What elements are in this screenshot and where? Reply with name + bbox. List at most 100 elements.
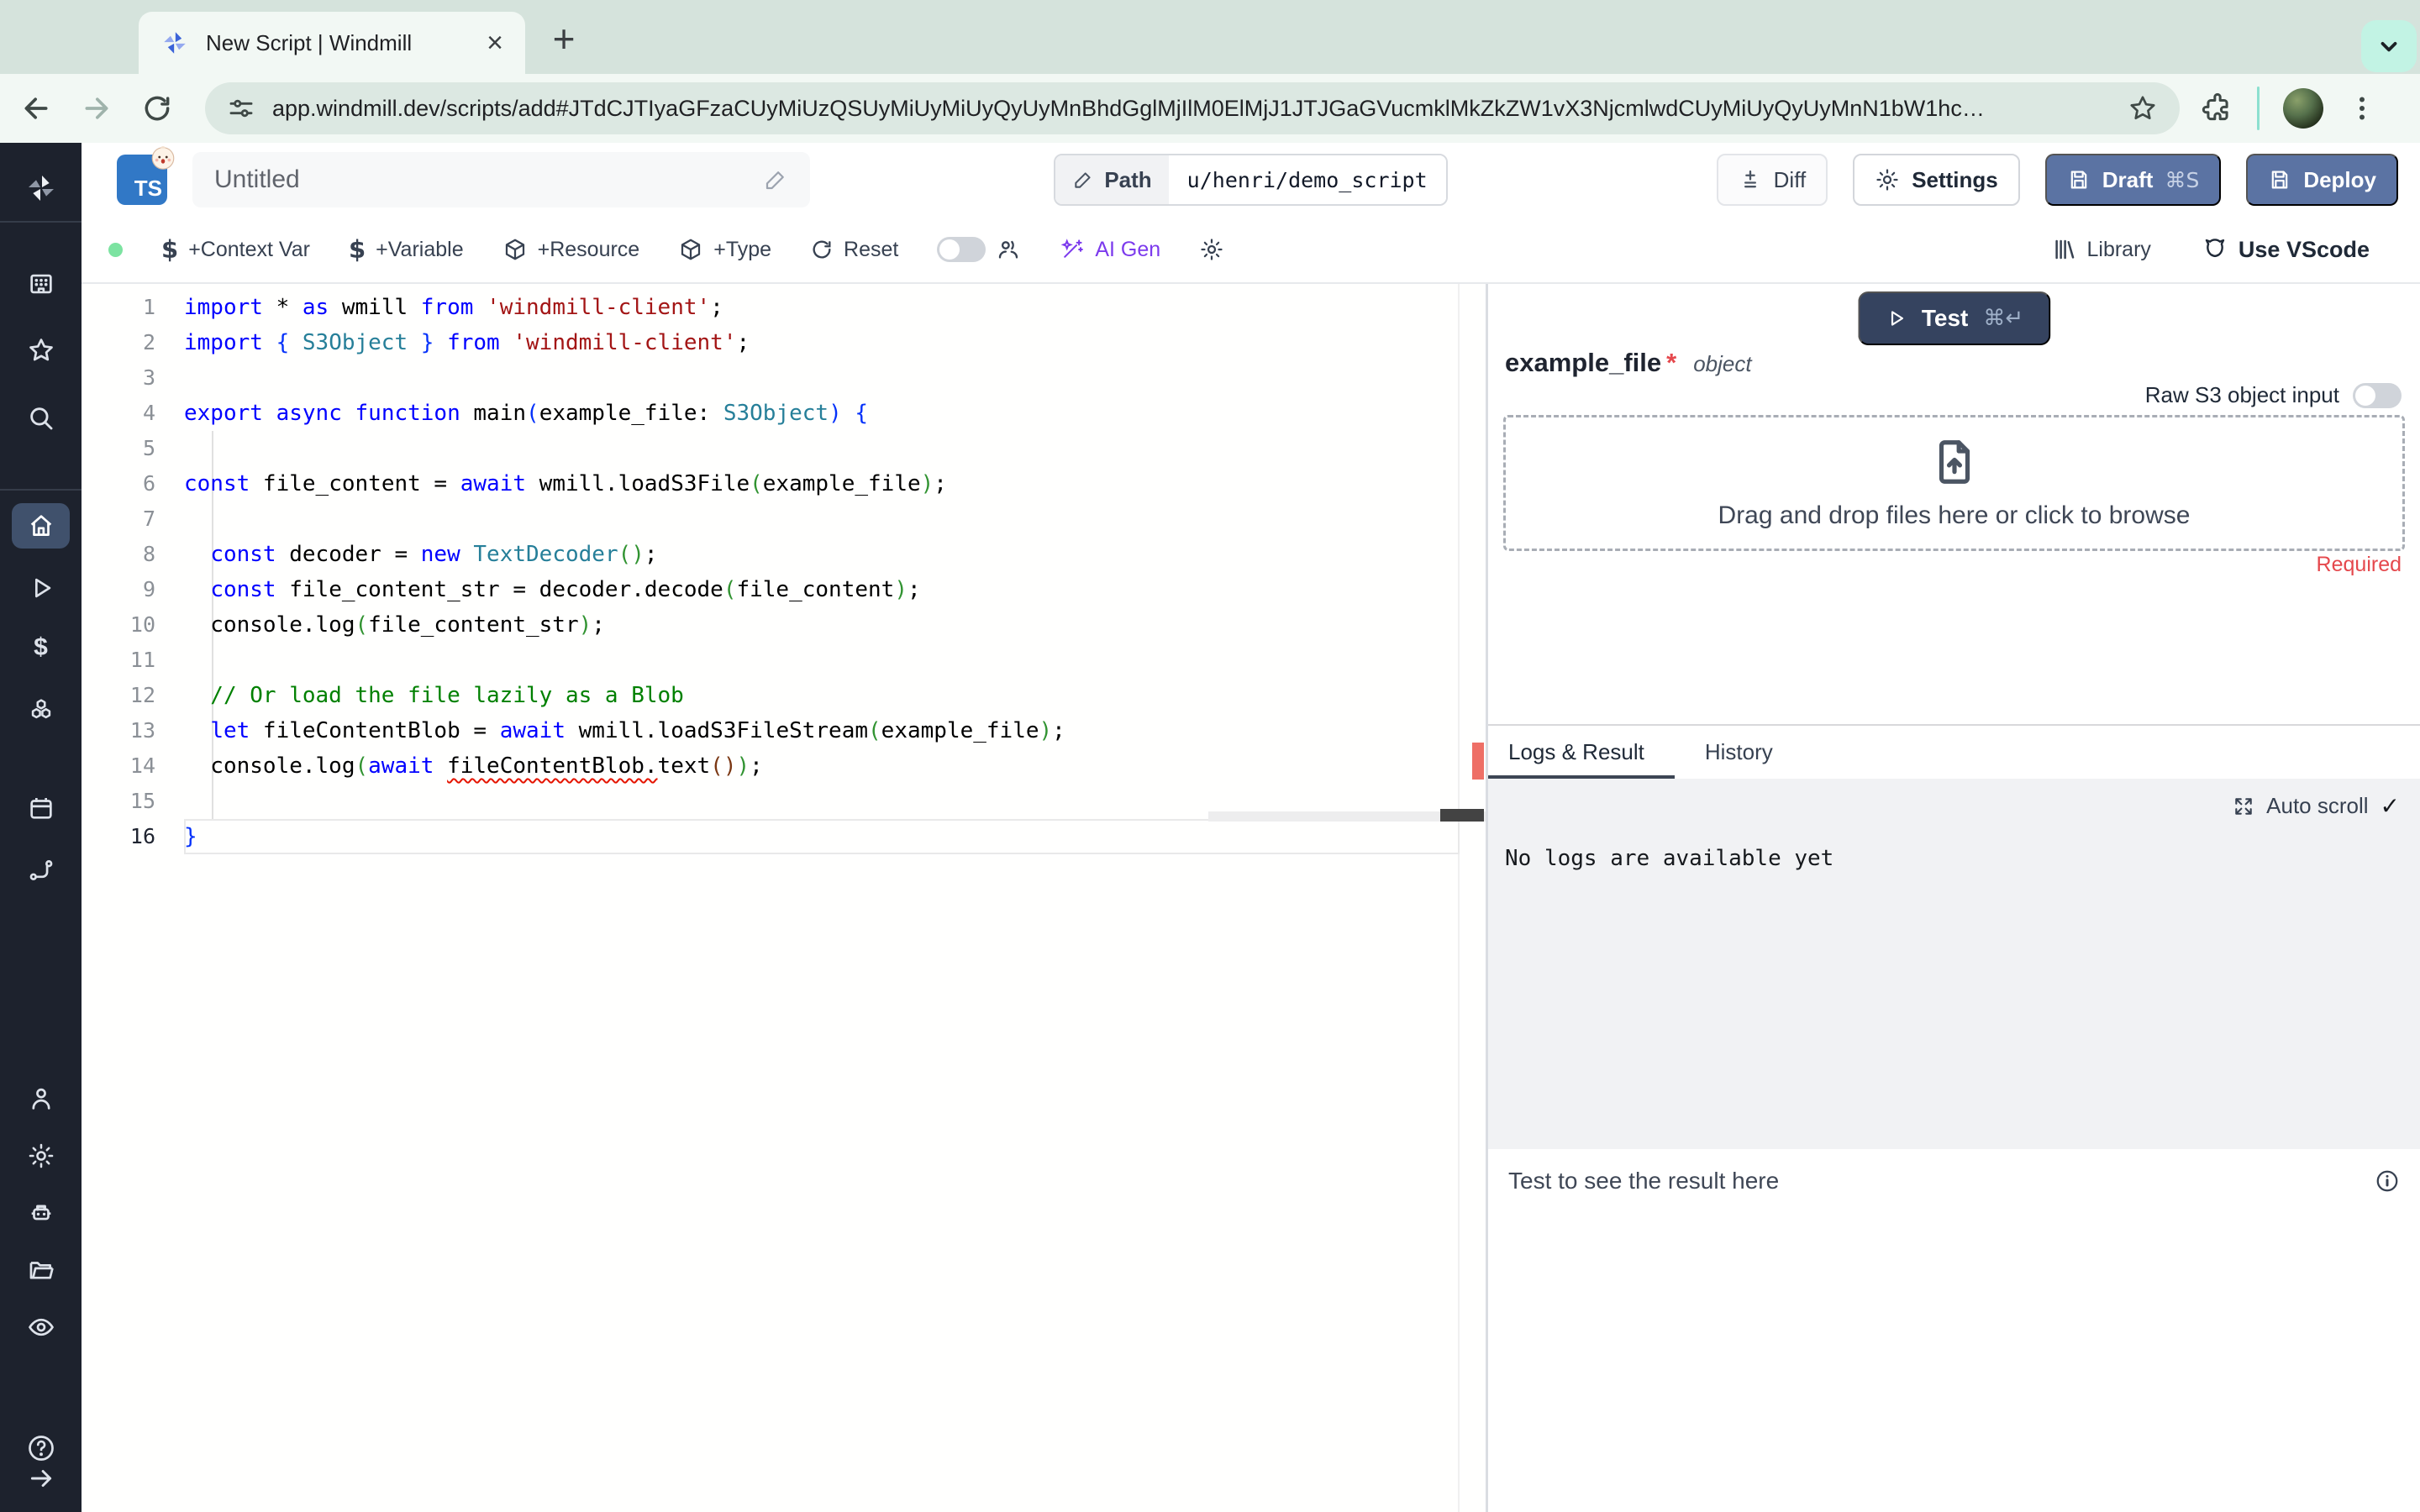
result-placeholder-row: Test to see the result here — [1488, 1149, 2420, 1213]
reload-button[interactable] — [133, 84, 182, 133]
draft-button[interactable]: Draft ⌘S — [2044, 154, 2222, 206]
diff-button[interactable]: Diff — [1716, 154, 1828, 206]
typescript-badge-label: TS — [134, 176, 162, 201]
path-chip-label: Path — [1055, 155, 1169, 204]
line-number: 7 — [142, 507, 155, 531]
sidebar-item-flows[interactable] — [0, 856, 82, 885]
bookmark-star-icon[interactable] — [2128, 93, 2158, 123]
reset-button[interactable]: Reset — [810, 238, 898, 262]
code-line[interactable]: 16} — [82, 819, 1486, 854]
info-icon[interactable] — [2375, 1168, 2400, 1194]
use-vscode-button[interactable]: Use VScode — [2202, 236, 2370, 263]
sidebar-item-home[interactable] — [0, 512, 82, 540]
url-bar[interactable]: app.windmill.dev/scripts/add#JTdCJTIyaGF… — [205, 82, 2180, 134]
line-number: 6 — [142, 471, 155, 496]
editor-settings-gear-icon[interactable] — [1199, 237, 1224, 262]
code-line[interactable]: 11 — [82, 643, 1486, 678]
sidebar-item-account[interactable] — [0, 1084, 82, 1113]
tab-close-icon[interactable]: × — [487, 29, 503, 57]
new-tab-button[interactable]: + — [542, 17, 586, 60]
sidebar-item-help[interactable] — [0, 1433, 82, 1463]
sidebar-item-runs[interactable] — [0, 574, 82, 602]
tab-search-button[interactable] — [2361, 20, 2417, 72]
sidebar-item-search[interactable] — [0, 404, 82, 433]
forward-button[interactable] — [72, 84, 121, 133]
browser-toolbar: app.windmill.dev/scripts/add#JTdCJTIyaGF… — [0, 74, 2420, 143]
code-line[interactable]: 12 // Or load the file lazily as a Blob — [82, 678, 1486, 713]
code-line[interactable]: 1 import * as wmill from 'windmill-client… — [82, 290, 1486, 325]
extensions-puzzle-icon[interactable] — [2202, 92, 2233, 124]
raw-s3-toggle[interactable] — [2353, 382, 2402, 408]
sidebar-item-folders[interactable] — [0, 1256, 82, 1284]
sidebar-item-variables[interactable]: $ — [0, 633, 82, 662]
add-type-button[interactable]: +Type — [678, 237, 771, 262]
test-button[interactable]: Test ⌘↵ — [1857, 291, 2051, 345]
sidebar-divider — [0, 221, 82, 223]
code-line[interactable]: 8 const decoder = new TextDecoder(); — [82, 537, 1486, 572]
auto-scroll-label: Auto scroll — [2266, 793, 2369, 818]
building-icon — [29, 274, 52, 294]
code-line[interactable]: 5 — [82, 431, 1486, 466]
site-settings-icon[interactable] — [227, 94, 255, 123]
test-shortcut: ⌘↵ — [1983, 306, 2024, 331]
sidebar-item-audit-logs[interactable] — [0, 1313, 82, 1341]
script-emoji-icon — [151, 146, 175, 170]
windmill-logo[interactable] — [0, 171, 82, 205]
help-icon — [28, 1436, 54, 1461]
code-line[interactable]: 10 console.log(file_content_str); — [82, 607, 1486, 643]
url-text[interactable]: app.windmill.dev/scripts/add#JTdCJTIyaGF… — [272, 96, 2111, 122]
dollar-icon: $ — [348, 235, 366, 264]
sidebar-item-resources[interactable] — [0, 696, 82, 724]
line-number: 10 — [129, 612, 155, 637]
code-text: export async function main(example_file:… — [184, 401, 869, 426]
code-line[interactable]: 7 — [82, 501, 1486, 537]
auto-scroll-control[interactable]: Auto scroll ✓ — [2233, 792, 2400, 820]
code-editor[interactable]: 1 import * as wmill from 'windmill-client… — [82, 284, 1486, 1512]
draft-shortcut: ⌘S — [2165, 167, 2200, 192]
ai-gen-button[interactable]: AI Gen — [1060, 237, 1160, 262]
code-line[interactable]: 2 import { S3Object } from 'windmill-clie… — [82, 325, 1486, 360]
library-button[interactable]: Library — [2052, 237, 2151, 262]
path-chip[interactable]: Path u/henri/demo_script — [1054, 154, 1448, 206]
sidebar-item-workspace[interactable] — [0, 270, 82, 298]
code-line[interactable]: 4 export async function main(example_file… — [82, 396, 1486, 431]
code-lines[interactable]: 1 import * as wmill from 'windmill-client… — [82, 290, 1486, 854]
code-line[interactable]: 13 let fileContentBlob = await wmill.loa… — [82, 713, 1486, 748]
code-line[interactable]: 14 console.log(await fileContentBlob.tex… — [82, 748, 1486, 784]
add-context-var-button[interactable]: $ +Context Var — [161, 235, 310, 264]
folder-open-icon — [29, 1262, 54, 1279]
sidebar-expand-button[interactable] — [0, 1464, 82, 1493]
sidebar-item-favorites[interactable] — [0, 336, 82, 365]
main-column: TS Untitled Path u/henri/demo_script Dif… — [82, 143, 2420, 1512]
argument-type: object — [1693, 351, 1752, 376]
browser-tab[interactable]: New Script | Windmill × — [139, 12, 525, 74]
settings-button[interactable]: Settings — [1853, 154, 2020, 206]
reload-icon — [145, 96, 170, 121]
users-icon — [999, 240, 1018, 259]
profile-avatar[interactable] — [2283, 88, 2323, 129]
code-line[interactable]: 6 const file_content = await wmill.loadS3… — [82, 466, 1486, 501]
horizontal-scrollbar-thumb[interactable] — [1440, 809, 1484, 822]
back-button[interactable] — [12, 84, 60, 133]
line-number: 3 — [142, 365, 155, 390]
user-icon — [31, 1088, 50, 1110]
sidebar-item-schedules[interactable] — [0, 794, 82, 822]
back-arrow-icon — [24, 97, 48, 119]
tab-logs-result[interactable]: Logs & Result — [1508, 739, 1644, 765]
file-dropzone[interactable]: Drag and drop files here or click to bro… — [1503, 415, 2405, 551]
connection-status-dot — [108, 242, 123, 257]
code-text: // Or load the file lazily as a Blob — [184, 683, 684, 708]
add-resource-button[interactable]: +Resource — [502, 237, 639, 262]
multiplayer-toggle[interactable] — [937, 237, 986, 262]
browser-menu-icon[interactable] — [2347, 93, 2377, 123]
sidebar-item-workers[interactable] — [0, 1199, 82, 1227]
cubes-icon — [31, 699, 50, 719]
sidebar-item-settings[interactable] — [0, 1142, 82, 1170]
code-text: const decoder = new TextDecoder(); — [210, 542, 658, 567]
add-variable-button[interactable]: $ +Variable — [349, 235, 464, 264]
deploy-button[interactable]: Deploy — [2246, 154, 2398, 206]
tab-history[interactable]: History — [1705, 739, 1773, 765]
code-line[interactable]: 9 const file_content_str = decoder.decod… — [82, 572, 1486, 607]
script-name-input[interactable]: Untitled — [192, 152, 810, 207]
code-line[interactable]: 3 — [82, 360, 1486, 396]
